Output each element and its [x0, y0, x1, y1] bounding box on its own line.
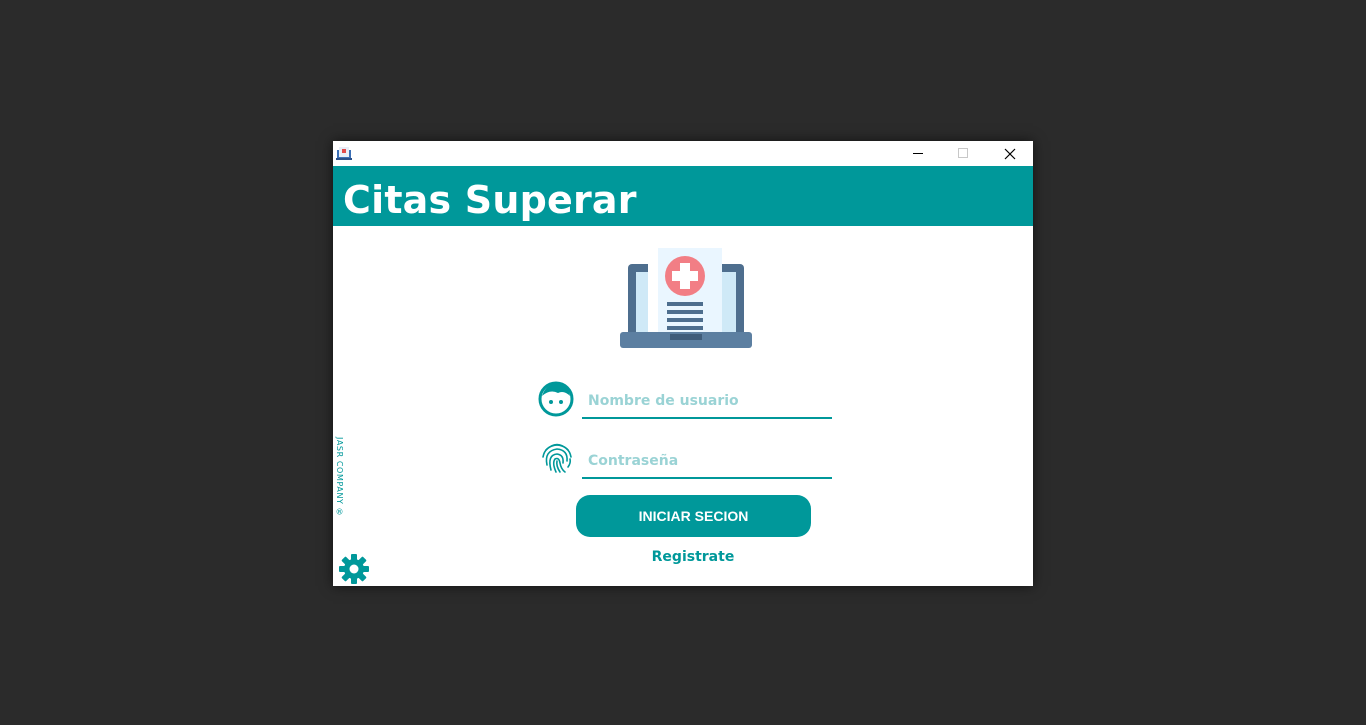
maximize-button[interactable] [941, 141, 986, 166]
minimize-button[interactable] [896, 141, 941, 166]
company-watermark: JASR COMPANY ® [335, 437, 344, 518]
title-bar [333, 141, 1033, 166]
maximize-icon [958, 148, 968, 158]
minimize-icon [913, 153, 923, 154]
username-input[interactable] [582, 385, 832, 419]
fingerprint-icon [542, 443, 572, 473]
app-header: Citas Superar [333, 166, 1033, 226]
close-icon [1004, 148, 1015, 159]
password-input[interactable] [582, 445, 832, 479]
gear-icon[interactable] [338, 553, 370, 585]
medical-laptop-illustration [620, 248, 752, 348]
app-title: Citas Superar [343, 178, 637, 222]
register-link[interactable]: Registrate [626, 549, 760, 565]
close-button[interactable] [987, 141, 1032, 166]
login-button[interactable]: INICIAR SECION [576, 495, 811, 537]
login-window: Citas Superar INICIAR SECION Registrate … [333, 141, 1033, 586]
app-icon [336, 147, 352, 160]
user-face-icon [538, 381, 574, 417]
